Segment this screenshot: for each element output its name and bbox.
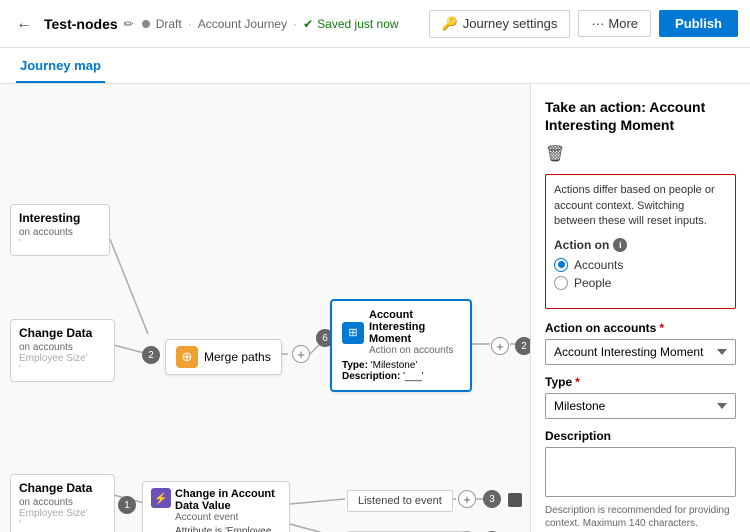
num-after-im: 2: [515, 337, 530, 355]
radio-people-dot: [554, 276, 568, 290]
required-star-1: *: [659, 321, 664, 335]
action-on-accounts-label: Action on accounts *: [545, 321, 736, 335]
sub-nav: Journey map: [0, 48, 750, 84]
radio-people[interactable]: People: [554, 276, 727, 290]
breadcrumb-journey: Account Journey: [198, 17, 287, 31]
edit-icon[interactable]: ✏: [124, 17, 134, 31]
radio-accounts-dot: [554, 258, 568, 272]
interesting-sub: on accounts: [19, 227, 101, 238]
change-data-node-1[interactable]: Change Data on accounts Employee Size' ': [10, 319, 115, 382]
change-data-sub-2: on accounts: [19, 497, 106, 508]
header-left: ← Test-nodes ✏ Draft · Account Journey ·…: [12, 11, 399, 37]
saved-badge: ✔ Saved just now: [303, 17, 398, 31]
im-node-title: Account Interesting Moment Action on acc…: [369, 309, 460, 356]
im-node-icon: ⊞: [342, 322, 364, 344]
description-textarea[interactable]: [545, 447, 736, 497]
breadcrumb-status: Draft: [156, 17, 182, 31]
event-node[interactable]: ⚡ Change in Account Data Value Account e…: [142, 481, 290, 532]
listened-box[interactable]: Listened to event: [347, 490, 453, 512]
listened-label: Listened to event: [358, 495, 442, 507]
settings-icon: 🔑: [442, 16, 458, 32]
header: ← Test-nodes ✏ Draft · Account Journey ·…: [0, 0, 750, 48]
interesting-arrow: ': [19, 238, 101, 249]
warning-text: Actions differ based on people or accoun…: [554, 183, 727, 229]
change-data-attr-2: Employee Size': [19, 508, 106, 519]
merge-label: Merge paths: [204, 350, 271, 364]
type-label: Type *: [545, 375, 736, 389]
warning-box: Actions differ based on people or accoun…: [545, 174, 736, 308]
people-label: People: [574, 276, 611, 290]
type-select[interactable]: Milestone: [545, 393, 736, 419]
square-end-listened: [508, 493, 522, 507]
change-data-node-2[interactable]: Change Data on accounts Employee Size' ': [10, 474, 115, 532]
plus-after-merge[interactable]: +: [292, 345, 310, 363]
radio-accounts[interactable]: Accounts: [554, 258, 727, 272]
num-before-event: 1: [118, 496, 136, 514]
event-icon: ⚡: [151, 488, 171, 508]
required-star-2: *: [575, 375, 580, 389]
page-title: Test-nodes: [44, 16, 118, 32]
breadcrumb-sep: ·: [188, 17, 192, 31]
main: Interesting on accounts ' Change Data on…: [0, 84, 750, 532]
more-dots-icon: ···: [591, 16, 604, 31]
header-right: 🔑 Journey settings ··· More Publish: [429, 10, 738, 38]
change-data-arrow-2: ': [19, 519, 106, 530]
im-desc-row: Description: '___': [342, 371, 460, 382]
publish-button[interactable]: Publish: [659, 10, 738, 37]
tab-journey-map[interactable]: Journey map: [16, 50, 105, 83]
accounts-label: Accounts: [574, 258, 623, 272]
saved-text: Saved just now: [317, 17, 398, 31]
description-hint: Description is recommended for providing…: [545, 504, 736, 530]
canvas: Interesting on accounts ' Change Data on…: [0, 84, 530, 532]
interesting-title: Interesting: [19, 211, 101, 225]
merge-node[interactable]: ⊕ Merge paths: [165, 339, 282, 375]
trash-icon[interactable]: 🗑: [545, 144, 736, 164]
num-circle-merge: 2: [142, 346, 160, 364]
description-label: Description: [545, 429, 736, 443]
settings-label: Journey settings: [463, 16, 558, 31]
action-on-label-row: Action on i: [554, 238, 727, 252]
change-data-attr-1: Employee Size': [19, 353, 106, 364]
status-dot: [142, 20, 150, 28]
action-on-label: Action on: [554, 238, 609, 252]
journey-settings-button[interactable]: 🔑 Journey settings: [429, 10, 571, 38]
change-data-sub-1: on accounts: [19, 342, 106, 353]
merge-icon: ⊕: [176, 346, 198, 368]
event-details: Change in Account Data Value Account eve…: [175, 488, 281, 532]
title-area: Test-nodes ✏: [44, 16, 134, 32]
plus-after-listened[interactable]: +: [458, 490, 476, 508]
account-im-node[interactable]: ⊞ Account Interesting Moment Action on a…: [330, 299, 472, 392]
change-data-title-1: Change Data: [19, 326, 106, 340]
radio-group: Accounts People: [554, 258, 727, 290]
plus-after-im[interactable]: +: [491, 337, 509, 355]
info-icon[interactable]: i: [613, 238, 627, 252]
num-after-listened: 3: [483, 490, 501, 508]
more-button[interactable]: ··· More: [578, 10, 651, 37]
change-data-arrow-1: ': [19, 364, 106, 375]
im-type-row: Type: 'Milestone': [342, 360, 460, 371]
action-on-accounts-select[interactable]: Account Interesting Moment: [545, 339, 736, 365]
breadcrumb-sep2: ·: [293, 17, 297, 31]
more-label: More: [608, 16, 638, 31]
panel-title: Take an action: Account Interesting Mome…: [545, 98, 736, 134]
interesting-node[interactable]: Interesting on accounts ': [10, 204, 110, 256]
check-icon: ✔: [303, 17, 313, 31]
back-button[interactable]: ←: [12, 11, 36, 37]
breadcrumb: Draft · Account Journey · ✔ Saved just n…: [142, 17, 399, 31]
right-panel: Take an action: Account Interesting Mome…: [530, 84, 750, 532]
change-data-title-2: Change Data: [19, 481, 106, 495]
